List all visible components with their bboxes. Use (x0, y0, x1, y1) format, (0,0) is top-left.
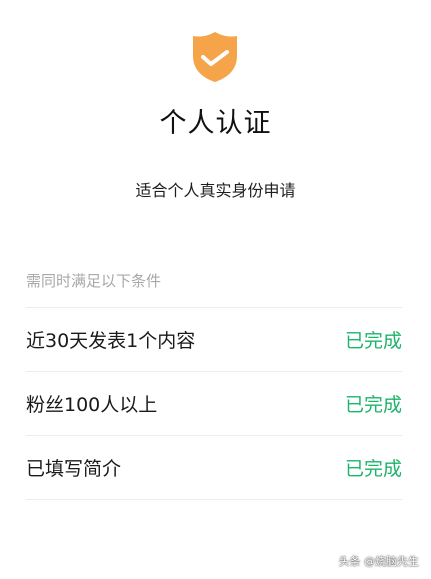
requirement-status: 已完成 (344, 393, 402, 416)
divider (26, 499, 402, 500)
requirement-status: 已完成 (344, 329, 402, 352)
requirement-row-followers: 粉丝100人以上 已完成 (26, 371, 402, 435)
requirement-row-recent-content: 近30天发表1个内容 已完成 (26, 307, 402, 371)
shield-check-icon (193, 32, 237, 82)
requirement-label: 近30天发表1个内容 (26, 329, 196, 352)
watermark: 头条 @烧脑先生 (338, 555, 420, 568)
requirement-label: 已填写简介 (26, 457, 122, 480)
requirement-row-bio: 已填写简介 已完成 (26, 435, 402, 499)
requirements-hint: 需同时满足以下条件 (26, 272, 162, 290)
requirement-status: 已完成 (344, 457, 402, 480)
personal-verification-page: 个人认证 适合个人真实身份申请 需同时满足以下条件 近30天发表1个内容 已完成… (0, 0, 431, 579)
page-subtitle: 适合个人真实身份申请 (135, 181, 296, 200)
requirement-label: 粉丝100人以上 (26, 393, 158, 416)
page-title: 个人认证 (159, 108, 272, 139)
